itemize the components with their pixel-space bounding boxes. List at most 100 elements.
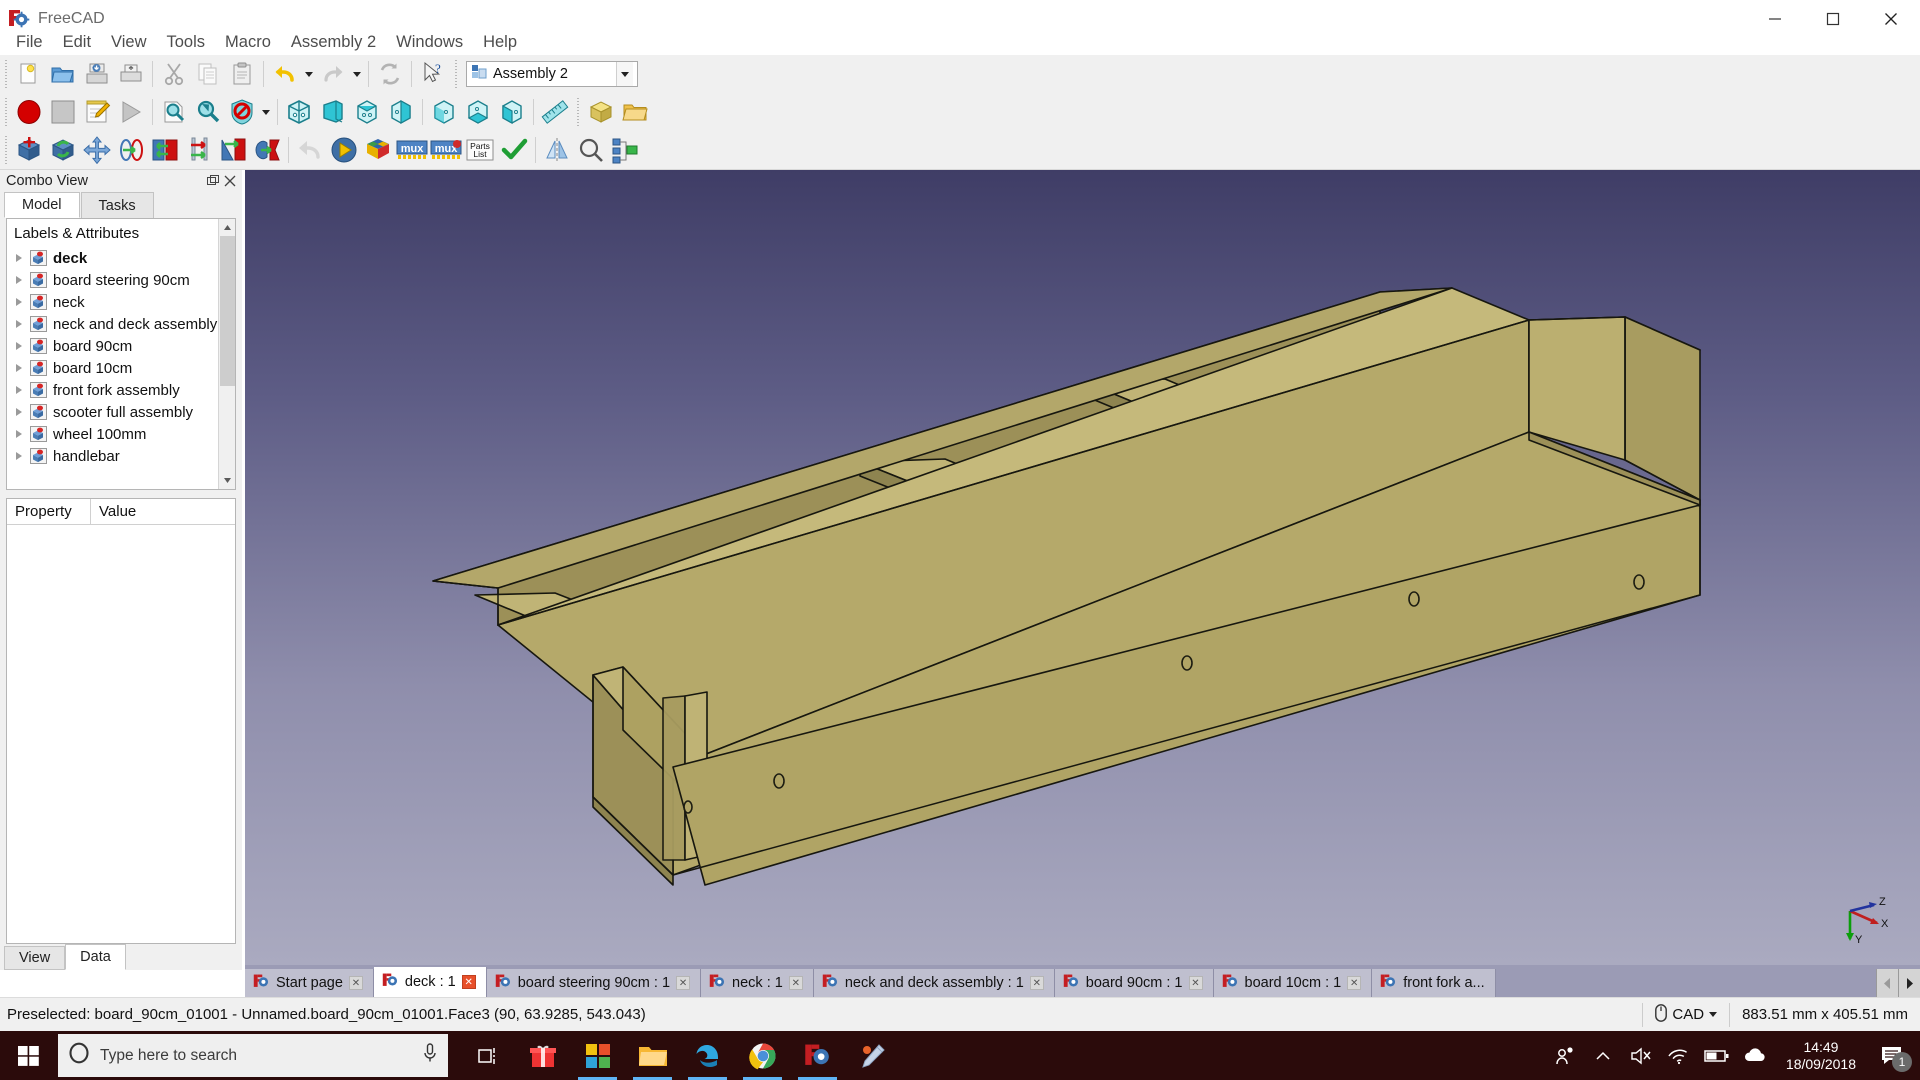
tree-item-neck-and-deck-assembly[interactable]: neck and deck assembly: [7, 313, 218, 335]
close-tab-icon[interactable]: ✕: [1029, 976, 1044, 990]
macro-edit-button[interactable]: [80, 95, 114, 129]
people-icon[interactable]: [1546, 1031, 1584, 1080]
mux-assembly2-button[interactable]: mux: [429, 133, 463, 167]
close-dock-icon[interactable]: [224, 175, 236, 187]
spherical-constraint-button[interactable]: [250, 133, 284, 167]
bottom-view-button[interactable]: [461, 95, 495, 129]
scroll-down-button[interactable]: [219, 472, 235, 489]
menu-tools[interactable]: Tools: [157, 29, 216, 55]
create-group-button[interactable]: [618, 95, 652, 129]
top-view-button[interactable]: [350, 95, 384, 129]
tree-item-handlebar[interactable]: handlebar: [7, 445, 218, 467]
expand-arrow-icon[interactable]: [11, 404, 27, 420]
tree-item-board-steering-90cm[interactable]: board steering 90cm: [7, 269, 218, 291]
scroll-thumb[interactable]: [220, 236, 235, 386]
rear-view-button[interactable]: [427, 95, 461, 129]
tree-item-board-10cm[interactable]: board 10cm: [7, 357, 218, 379]
workbench-selector[interactable]: Assembly 2: [466, 61, 638, 87]
toolbar-handle[interactable]: [2, 60, 10, 88]
toolbar-handle[interactable]: [452, 60, 460, 88]
document-tab-neck[interactable]: neck : 1 ✕: [701, 969, 814, 997]
taskbar-clock[interactable]: 14:49 18/09/2018: [1774, 1039, 1868, 1073]
scroll-track[interactable]: [219, 236, 235, 472]
tree-item-board-90cm[interactable]: board 90cm: [7, 335, 218, 357]
create-part-button[interactable]: [584, 95, 618, 129]
expand-arrow-icon[interactable]: [11, 250, 27, 266]
new-document-button[interactable]: [12, 57, 46, 91]
taskbar-app-freecad[interactable]: [790, 1031, 845, 1080]
tab-model[interactable]: Model: [4, 192, 80, 218]
search-constraint-button[interactable]: [574, 133, 608, 167]
plane-constraint-button[interactable]: [148, 133, 182, 167]
front-view-button[interactable]: [316, 95, 350, 129]
wifi-icon[interactable]: [1660, 1031, 1698, 1080]
refresh-button[interactable]: [373, 57, 407, 91]
taskbar-app-microsoft-store[interactable]: [570, 1031, 625, 1080]
onedrive-cloud-icon[interactable]: [1736, 1031, 1774, 1080]
tree-item-neck[interactable]: neck: [7, 291, 218, 313]
macro-stop-button[interactable]: [46, 95, 80, 129]
microphone-icon[interactable]: [422, 1042, 438, 1069]
mux-assembly-button[interactable]: mux: [395, 133, 429, 167]
toolbar-handle[interactable]: [2, 98, 10, 126]
tree-structure-button[interactable]: [608, 133, 642, 167]
taskbar-app-snip-sketch[interactable]: [845, 1031, 900, 1080]
document-tab-deck[interactable]: deck : 1 ✕: [373, 967, 487, 997]
undo-dropdown-caret[interactable]: [302, 57, 316, 91]
close-tab-icon[interactable]: ✕: [461, 975, 476, 989]
mirror-part-button[interactable]: [540, 133, 574, 167]
expand-arrow-icon[interactable]: [11, 294, 27, 310]
menu-windows[interactable]: Windows: [386, 29, 473, 55]
document-tab-front-fork-assembly[interactable]: front fork a...: [1372, 969, 1496, 997]
close-tab-icon[interactable]: ✕: [788, 976, 803, 990]
toolbar-handle[interactable]: [2, 136, 10, 164]
solve-constraints-button[interactable]: [327, 133, 361, 167]
document-tab-board-10cm[interactable]: board 10cm : 1 ✕: [1213, 969, 1373, 997]
close-tab-icon[interactable]: ✕: [1188, 976, 1203, 990]
menu-macro[interactable]: Macro: [215, 29, 281, 55]
tab-tasks[interactable]: Tasks: [80, 192, 154, 218]
tab-view[interactable]: View: [4, 946, 66, 970]
notification-button[interactable]: 1: [1868, 1031, 1916, 1080]
close-tab-icon[interactable]: ✕: [1347, 976, 1362, 990]
tree-item-scooter-full-assembly[interactable]: scooter full assembly: [7, 401, 218, 423]
isometric-view-button[interactable]: [282, 95, 316, 129]
tab-data[interactable]: Data: [65, 944, 126, 970]
degrees-of-freedom-button[interactable]: [361, 133, 395, 167]
tree-scrollbar[interactable]: [218, 219, 235, 489]
open-document-button[interactable]: [46, 57, 80, 91]
measure-button[interactable]: [538, 95, 572, 129]
tab-scroll-left-button[interactable]: [1876, 969, 1898, 997]
circular-edge-constraint-button[interactable]: [182, 133, 216, 167]
fit-all-button[interactable]: [157, 95, 191, 129]
expand-arrow-icon[interactable]: [11, 426, 27, 442]
draw-style-dropdown-caret[interactable]: [259, 95, 273, 129]
paste-button[interactable]: [225, 57, 259, 91]
angle-constraint-button[interactable]: [216, 133, 250, 167]
axial-constraint-button[interactable]: [114, 133, 148, 167]
parts-list-button[interactable]: Parts List: [463, 133, 497, 167]
cut-button[interactable]: [157, 57, 191, 91]
print-document-button[interactable]: [114, 57, 148, 91]
toolbar-handle[interactable]: [574, 98, 582, 126]
navigation-style-selector[interactable]: CAD: [1642, 1002, 1729, 1027]
document-tab-neck-and-deck-assembly[interactable]: neck and deck assembly : 1 ✕: [813, 969, 1055, 997]
expand-arrow-icon[interactable]: [11, 272, 27, 288]
battery-icon[interactable]: [1698, 1031, 1736, 1080]
float-dock-icon[interactable]: [207, 175, 219, 187]
menu-view[interactable]: View: [101, 29, 156, 55]
check-assembly-button[interactable]: [497, 133, 531, 167]
windows-start-button[interactable]: [0, 1031, 58, 1080]
tree-item-front-fork-assembly[interactable]: front fork assembly: [7, 379, 218, 401]
tree-item-deck[interactable]: deck: [7, 247, 218, 269]
expand-arrow-icon[interactable]: [11, 448, 27, 464]
tree-item-wheel-100mm[interactable]: wheel 100mm: [7, 423, 218, 445]
move-part-button[interactable]: [80, 133, 114, 167]
show-hidden-icons-chevron[interactable]: [1584, 1031, 1622, 1080]
expand-arrow-icon[interactable]: [11, 338, 27, 354]
macro-execute-button[interactable]: [114, 95, 148, 129]
workbench-dropdown-arrow[interactable]: [616, 62, 633, 86]
volume-muted-icon[interactable]: [1622, 1031, 1660, 1080]
menu-file[interactable]: File: [6, 29, 53, 55]
draw-style-button[interactable]: [225, 95, 259, 129]
